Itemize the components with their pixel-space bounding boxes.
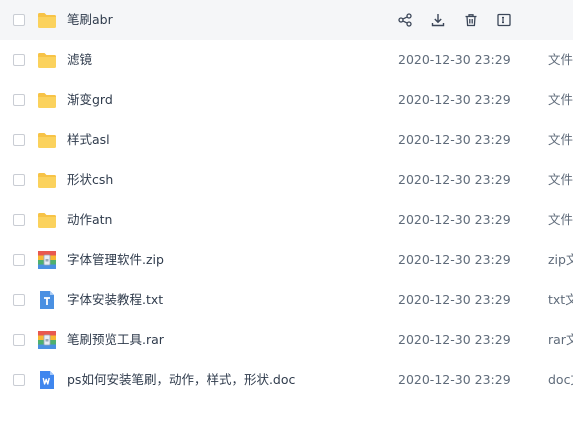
row-checkbox[interactable] (13, 214, 25, 226)
file-type: 文件 (548, 132, 573, 147)
row-checkbox[interactable] (13, 374, 25, 386)
file-row[interactable]: 字体管理软件.zip 2020-12-30 23:29 zip文 (0, 240, 573, 280)
folder-icon (38, 213, 56, 228)
file-type: zip文 (548, 252, 573, 267)
file-row[interactable]: ps如何安装笔刷，动作，样式，形状.doc 2020-12-30 23:29 d… (0, 360, 573, 400)
delete-icon[interactable] (462, 11, 480, 29)
file-row[interactable]: 形状csh 2020-12-30 23:29 文件 (0, 160, 573, 200)
modified-date: 2020-12-30 23:29 (398, 92, 511, 107)
file-type: txt文 (548, 292, 573, 307)
folder-icon (38, 53, 56, 68)
text-file-icon (40, 291, 54, 309)
row-checkbox[interactable] (13, 94, 25, 106)
row-checkbox[interactable] (13, 134, 25, 146)
row-checkbox[interactable] (13, 14, 25, 26)
modified-date: 2020-12-30 23:29 (398, 372, 511, 387)
file-row[interactable]: 渐变grd 2020-12-30 23:29 文件 (0, 80, 573, 120)
folder-icon (38, 133, 56, 148)
row-checkbox[interactable] (13, 254, 25, 266)
file-name[interactable]: 动作atn (67, 200, 112, 240)
file-type: rar文 (548, 332, 573, 347)
file-type: 文件 (548, 212, 573, 227)
folder-icon (38, 13, 56, 28)
file-row[interactable]: 滤镜 2020-12-30 23:29 文件 (0, 40, 573, 80)
file-type: doc文 (548, 372, 573, 387)
file-name[interactable]: 样式asl (67, 120, 110, 160)
file-list: 笔刷abr 滤镜 2020-12-30 23:29 文件 渐变grd 2020-… (0, 0, 573, 400)
file-type: 文件 (548, 172, 573, 187)
file-name[interactable]: 字体安装教程.txt (67, 280, 163, 320)
archive-icon (38, 251, 56, 269)
file-type: 文件 (548, 92, 573, 107)
modified-date: 2020-12-30 23:29 (398, 332, 511, 347)
folder-icon (38, 93, 56, 108)
archive-icon (38, 331, 56, 349)
file-name[interactable]: 笔刷预览工具.rar (67, 320, 164, 360)
rename-icon[interactable] (495, 11, 513, 29)
row-checkbox[interactable] (13, 174, 25, 186)
file-row[interactable]: 样式asl 2020-12-30 23:29 文件 (0, 120, 573, 160)
word-doc-icon (40, 371, 54, 389)
file-name[interactable]: 笔刷abr (67, 0, 113, 40)
folder-icon (38, 173, 56, 188)
row-checkbox[interactable] (13, 334, 25, 346)
file-name[interactable]: 字体管理软件.zip (67, 240, 164, 280)
row-checkbox[interactable] (13, 294, 25, 306)
modified-date: 2020-12-30 23:29 (398, 252, 511, 267)
modified-date: 2020-12-30 23:29 (398, 212, 511, 227)
share-icon[interactable] (396, 11, 414, 29)
modified-date: 2020-12-30 23:29 (398, 52, 511, 67)
file-name[interactable]: ps如何安装笔刷，动作，样式，形状.doc (67, 360, 295, 400)
file-row[interactable]: 笔刷预览工具.rar 2020-12-30 23:29 rar文 (0, 320, 573, 360)
file-type: 文件 (548, 52, 573, 67)
row-actions (396, 11, 528, 29)
modified-date: 2020-12-30 23:29 (398, 292, 511, 307)
file-name[interactable]: 滤镜 (67, 40, 92, 80)
modified-date: 2020-12-30 23:29 (398, 172, 511, 187)
download-icon[interactable] (429, 11, 447, 29)
modified-date: 2020-12-30 23:29 (398, 132, 511, 147)
file-row[interactable]: 字体安装教程.txt 2020-12-30 23:29 txt文 (0, 280, 573, 320)
file-row[interactable]: 笔刷abr (0, 0, 573, 40)
file-name[interactable]: 渐变grd (67, 80, 113, 120)
row-checkbox[interactable] (13, 54, 25, 66)
file-name[interactable]: 形状csh (67, 160, 113, 200)
file-row[interactable]: 动作atn 2020-12-30 23:29 文件 (0, 200, 573, 240)
